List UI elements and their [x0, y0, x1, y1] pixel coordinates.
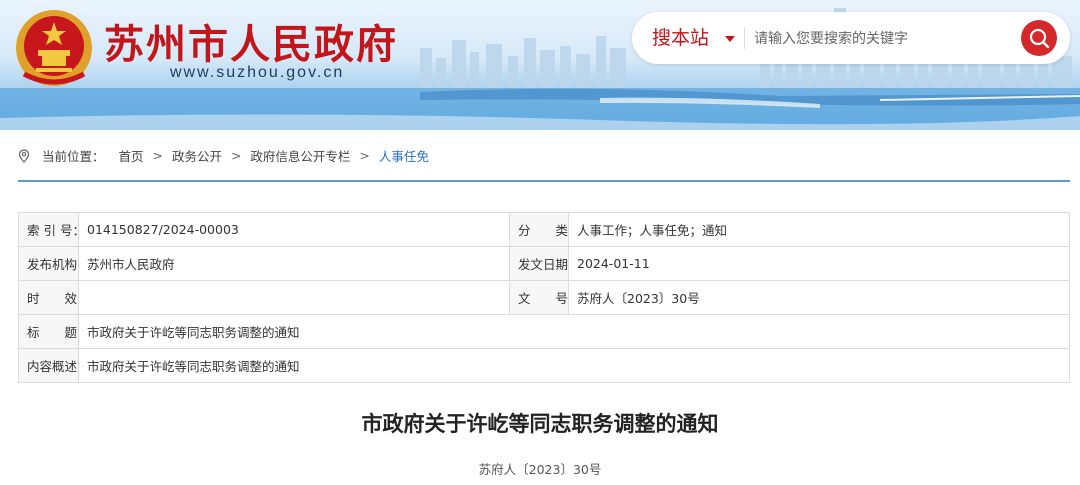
- header-banner: 苏州市人民政府 www.suzhou.gov.cn 搜本站: [0, 0, 1080, 130]
- caret-down-icon[interactable]: [725, 36, 735, 42]
- table-row: 标 题： 市政府关于许屹等同志职务调整的通知: [18, 314, 1070, 349]
- table-row: 时 效： 文 号： 苏府人〔2023〕30号: [18, 280, 1070, 315]
- title-value: 市政府关于许屹等同志职务调整的通知: [78, 314, 1070, 349]
- document-info-table: 索 引 号： 014150827/2024-00003 分 类： 人事工作；人事…: [18, 212, 1070, 383]
- table-row: 索 引 号： 014150827/2024-00003 分 类： 人事工作；人事…: [18, 212, 1070, 247]
- site-title[interactable]: 苏州市人民政府: [104, 12, 398, 70]
- search-button[interactable]: [1021, 20, 1057, 56]
- site-url[interactable]: www.suzhou.gov.cn: [170, 64, 344, 82]
- summary-value: 市政府关于许屹等同志职务调整的通知: [78, 348, 1070, 383]
- breadcrumb-separator: >: [230, 148, 242, 163]
- breadcrumb: 当前位置： 首页 > 政务公开 > 政府信息公开专栏 > 人事任免: [18, 146, 429, 166]
- breadcrumb-info-column[interactable]: 政府信息公开专栏: [250, 146, 350, 165]
- search-scope-dropdown[interactable]: 搜本站: [652, 12, 709, 64]
- summary-label: 内容概述：: [18, 348, 79, 383]
- doc-number-value: 苏府人〔2023〕30号: [568, 280, 1070, 315]
- search-divider: [744, 27, 745, 49]
- breadcrumb-gov-affairs[interactable]: 政务公开: [172, 146, 222, 165]
- national-emblem-icon: [16, 10, 92, 86]
- publisher-label: 发布机构：: [18, 246, 79, 281]
- index-number-label: 索 引 号：: [18, 212, 79, 247]
- article-title: 市政府关于许屹等同志职务调整的通知: [361, 412, 719, 436]
- breadcrumb-home[interactable]: 首页: [118, 146, 143, 165]
- breadcrumb-separator: >: [359, 148, 370, 163]
- search-icon: [1029, 28, 1050, 49]
- issue-date-value: 2024-01-11: [568, 246, 1070, 281]
- search-input[interactable]: [752, 22, 1006, 56]
- breadcrumb-prefix: 当前位置：: [41, 149, 105, 164]
- publisher-value: 苏州市人民政府: [78, 246, 510, 281]
- article-doc-number: 苏府人〔2023〕30号: [478, 462, 602, 477]
- validity-label: 时 效：: [18, 280, 79, 315]
- issue-date-label: 发文日期：: [509, 246, 569, 281]
- breadcrumb-divider: [18, 180, 1070, 182]
- doc-number-label: 文 号：: [509, 280, 569, 315]
- breadcrumb-separator: >: [152, 148, 163, 163]
- table-row: 内容概述： 市政府关于许屹等同志职务调整的通知: [18, 348, 1070, 383]
- table-row: 发布机构： 苏州市人民政府 发文日期： 2024-01-11: [18, 246, 1070, 281]
- category-label: 分 类：: [509, 212, 569, 247]
- category-value: 人事工作；人事任免；通知: [568, 212, 1070, 247]
- breadcrumb-current[interactable]: 人事任免: [379, 146, 429, 165]
- index-number-value: 014150827/2024-00003: [78, 212, 510, 247]
- search-box: 搜本站: [632, 12, 1070, 64]
- validity-value: [78, 280, 510, 315]
- title-label: 标 题：: [18, 314, 79, 349]
- location-pin-icon: [18, 148, 30, 163]
